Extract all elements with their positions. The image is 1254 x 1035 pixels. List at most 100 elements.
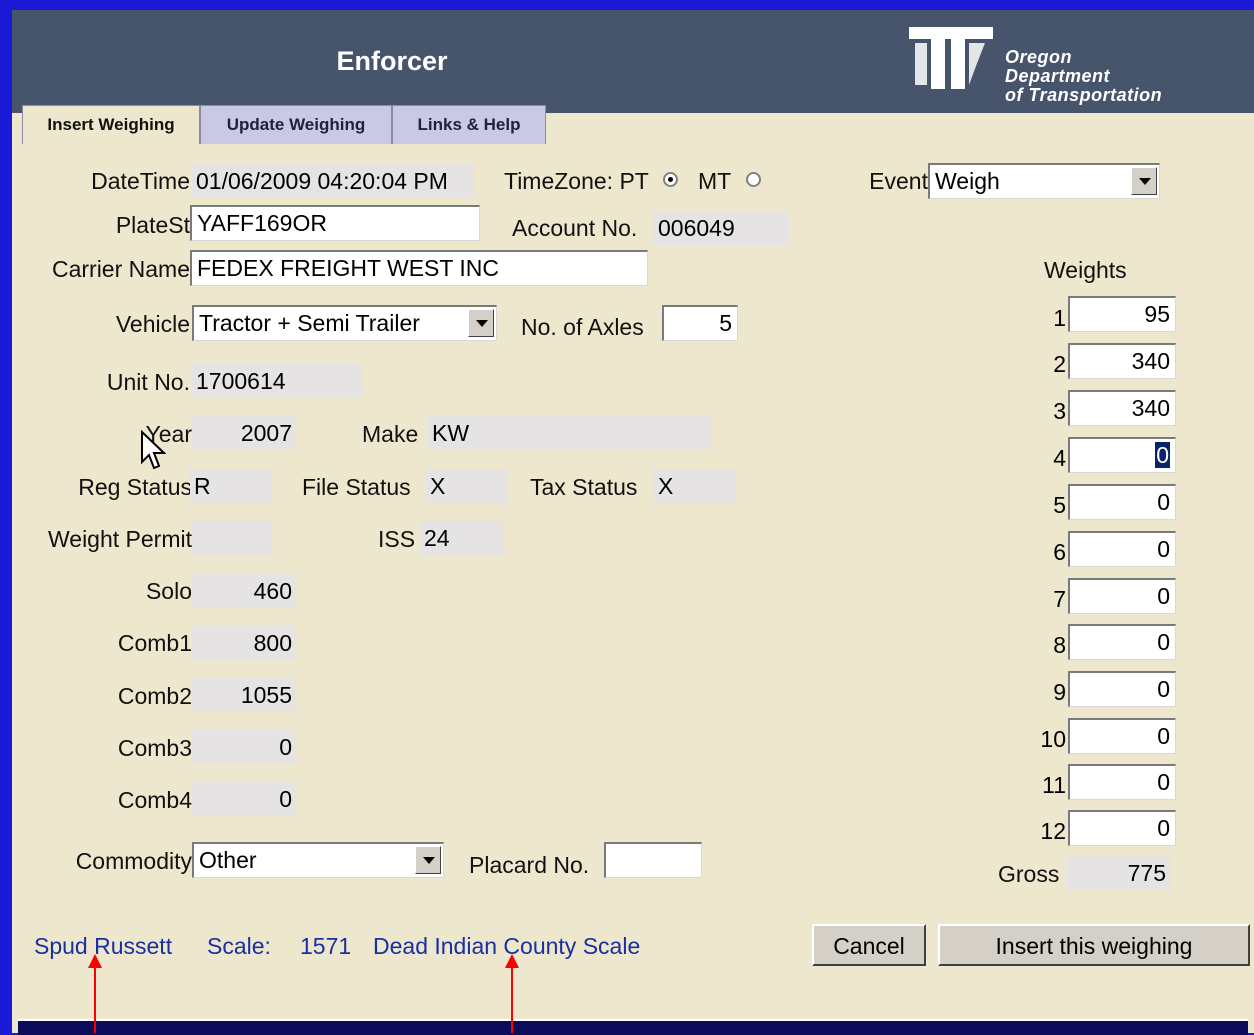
cancel-button[interactable]: Cancel [812, 924, 926, 966]
datetime-label: DateTime [91, 168, 190, 194]
weight-row-number: 2 [1053, 351, 1066, 377]
weight-row-number: 11 [1042, 772, 1066, 798]
annotation-arrow-line [94, 966, 96, 1033]
file-status-label: File Status [302, 474, 411, 500]
comb1-label: Comb1 [117, 630, 192, 656]
weight-input-9[interactable]: 0 [1068, 671, 1176, 707]
logo-line-1: Oregon [1005, 47, 1073, 67]
weight-row-number: 12 [1040, 818, 1066, 844]
platest-label: PlateSt [115, 212, 190, 238]
weight-input-10[interactable]: 0 [1068, 718, 1176, 754]
datetime-field: 01/06/2009 04:20:04 PM [192, 164, 474, 198]
annotation-arrow-line [511, 966, 513, 1033]
scale-number: 1571 [300, 933, 352, 959]
commodity-label: Commodity [75, 848, 192, 874]
chevron-down-icon[interactable] [468, 309, 494, 337]
tax-status-field: X [654, 469, 736, 503]
app-title: Enforcer [336, 46, 448, 76]
solo-label: Solo [145, 578, 192, 604]
file-status-field: X [426, 469, 508, 503]
timezone-mt-label: MT [698, 168, 732, 194]
weights-title: Weights [1044, 257, 1127, 283]
reg-status-label: Reg Status [78, 474, 192, 500]
logo-line-2: Department [1005, 66, 1111, 86]
carrier-input[interactable]: FEDEX FREIGHT WEST INC [190, 250, 648, 286]
iss-label: ISS [378, 526, 416, 552]
weight-input-11[interactable]: 0 [1068, 764, 1176, 800]
weight-row-number: 1 [1053, 305, 1066, 331]
vehicle-select[interactable]: Tractor + Semi Trailer [192, 305, 497, 341]
unit-field: 1700614 [192, 364, 362, 398]
commodity-value: Other [199, 847, 257, 873]
timezone-pt-radio[interactable] [663, 172, 678, 187]
comb4-label: Comb4 [117, 787, 192, 813]
weight-input-8[interactable]: 0 [1068, 624, 1176, 660]
weight-input-3[interactable]: 340 [1068, 390, 1176, 426]
iss-field: 24 [420, 521, 504, 555]
mouse-cursor-icon [141, 430, 166, 470]
axles-input[interactable]: 5 [662, 305, 738, 341]
odot-logo-text: Oregon Department of Transportation [1005, 48, 1162, 105]
make-label: Make [362, 421, 419, 447]
insert-weighing-button[interactable]: Insert this weighing [938, 924, 1250, 966]
vehicle-label: Vehicle [115, 311, 190, 337]
account-field: 006049 [654, 211, 790, 245]
app-header: Enforcer Oregon Department of Transporta… [12, 10, 1254, 113]
make-field: KW [428, 416, 712, 450]
comb2-field: 1055 [192, 678, 296, 712]
weight-row-number: 6 [1053, 539, 1066, 565]
weight-input-4[interactable]: 0 [1068, 437, 1176, 473]
account-label: Account No. [512, 215, 638, 241]
weight-row-number: 4 [1053, 445, 1066, 471]
axles-label: No. of Axles [521, 314, 644, 340]
officer-name: Spud Russett [34, 933, 173, 959]
weight-row-number: 8 [1053, 632, 1066, 658]
weight-row-number: 5 [1053, 492, 1066, 518]
reg-status-field: R [190, 469, 272, 503]
unit-label: Unit No. [106, 369, 190, 395]
weight-permit-field [192, 521, 272, 555]
placard-label: Placard No. [469, 852, 590, 878]
logo-line-3: of Transportation [1005, 85, 1163, 105]
event-label: Event [869, 168, 928, 194]
odot-logo-icon [909, 27, 993, 89]
weight-input-7[interactable]: 0 [1068, 578, 1176, 614]
tab-update-weighing[interactable]: Update Weighing [200, 105, 392, 144]
platest-input[interactable]: YAFF169OR [190, 205, 480, 241]
commodity-select[interactable]: Other [192, 842, 444, 878]
tax-status-label: Tax Status [530, 474, 638, 500]
weight-input-6[interactable]: 0 [1068, 531, 1176, 567]
timezone-label: TimeZone: PT [504, 168, 649, 194]
weight-input-2[interactable]: 340 [1068, 343, 1176, 379]
weight-input-5[interactable]: 0 [1068, 484, 1176, 520]
weight-row-number: 10 [1040, 726, 1066, 752]
tab-insert-weighing[interactable]: Insert Weighing [22, 105, 200, 144]
comb3-field: 0 [192, 730, 296, 764]
tab-links-help[interactable]: Links & Help [392, 105, 546, 144]
vehicle-value: Tractor + Semi Trailer [199, 310, 420, 336]
comb1-field: 800 [192, 626, 296, 660]
weight-4-selected-text: 0 [1155, 442, 1170, 468]
weight-row-number: 9 [1053, 679, 1066, 705]
year-field: 2007 [192, 416, 296, 450]
comb3-label: Comb3 [117, 735, 192, 761]
event-value: Weigh [935, 168, 1000, 194]
gross-field: 775 [1066, 856, 1170, 890]
weight-input-1[interactable]: 95 [1068, 296, 1176, 332]
carrier-label: Carrier Name [51, 256, 190, 282]
comb2-label: Comb2 [117, 683, 192, 709]
gross-label: Gross [998, 861, 1060, 887]
weight-input-12[interactable]: 0 [1068, 810, 1176, 846]
weight-row-number: 7 [1053, 586, 1066, 612]
solo-field: 460 [192, 574, 296, 608]
placard-input[interactable] [604, 842, 702, 878]
weight-permit-label: Weight Permit [47, 526, 192, 552]
event-select[interactable]: Weigh [928, 163, 1160, 199]
chevron-down-icon[interactable] [415, 846, 441, 874]
comb4-field: 0 [192, 782, 296, 816]
year-label: Year [145, 421, 192, 447]
weight-row-number: 3 [1053, 398, 1066, 424]
scale-label: Scale: [207, 933, 271, 959]
timezone-mt-radio[interactable] [746, 172, 761, 187]
chevron-down-icon[interactable] [1131, 167, 1157, 195]
